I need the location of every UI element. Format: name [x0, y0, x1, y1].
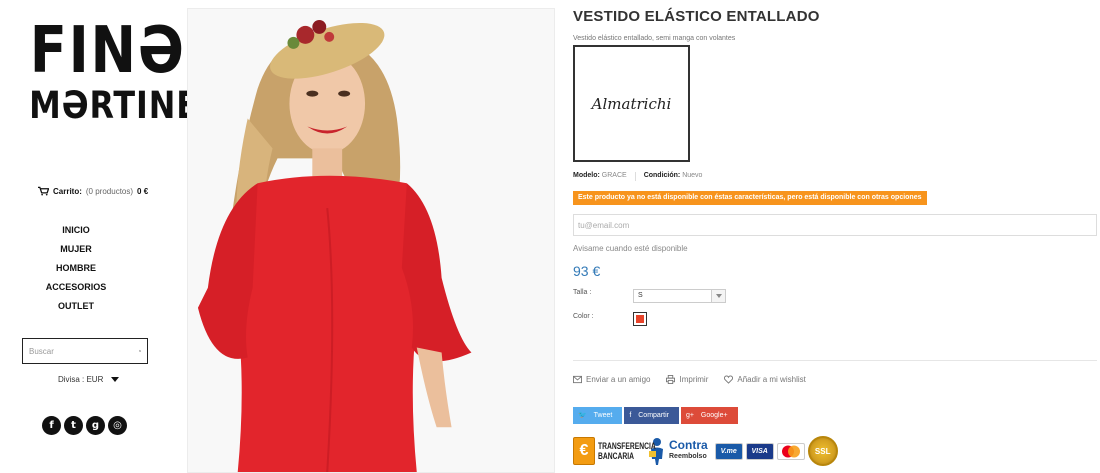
product-actions: Enviar a un amigo Imprimir Añadir a mi w…	[573, 375, 806, 384]
product-short-description: Vestido elástico entallado, semi manga c…	[573, 35, 736, 42]
ssl-label: SSL	[814, 446, 831, 456]
wishlist-label: Añadir a mi wishlist	[737, 375, 806, 384]
cart-total: 0 €	[137, 186, 149, 196]
condition-label: Condición:	[643, 172, 681, 179]
google-plus-share-label: Google+	[700, 412, 728, 419]
model-illustration	[188, 9, 554, 472]
reembolso-label: Reembolso	[669, 453, 707, 460]
envelope-icon	[573, 375, 582, 384]
email-field[interactable]	[573, 214, 1097, 236]
facebook-share-button[interactable]: f Compartir	[624, 407, 679, 424]
nav-item-hombre[interactable]: HOMBRE	[20, 264, 132, 283]
tweet-button[interactable]: 🐦 Tweet	[573, 407, 623, 424]
chevron-down-icon	[111, 377, 120, 382]
facebook-icon[interactable]: f	[42, 416, 61, 435]
payment-methods: € TRANSFERENCIA BANCARIA Contra Reembols…	[573, 436, 838, 466]
availability-alert: Este producto ya no está disponible con …	[573, 191, 927, 205]
color-swatch[interactable]	[633, 312, 647, 326]
size-label: Talla :	[573, 289, 592, 296]
mastercard-circles	[781, 445, 800, 457]
product-photo[interactable]	[187, 8, 555, 473]
logo-line-2: MƏRTINEZ	[29, 84, 223, 127]
brand-name: Almatrichi	[591, 94, 672, 113]
print-label: Imprimir	[679, 375, 709, 384]
notify-when-available-link[interactable]: Avisame cuando esté disponible	[573, 244, 688, 253]
cart-summary[interactable]: Carrito: (0 productos) 0 €	[38, 186, 148, 196]
product-title: VESTIDO ELÁSTICO ENTALLADO	[573, 8, 820, 25]
visa-label: VISA	[751, 447, 768, 455]
heart-icon	[724, 375, 734, 384]
product-info: VESTIDO ELÁSTICO ENTALLADO Vestido elást…	[573, 0, 1098, 473]
currency-label: Divisa : EUR	[58, 375, 104, 384]
instagram-icon[interactable]: ◎	[108, 416, 127, 435]
color-label: Color :	[573, 313, 594, 320]
sidebar: FINƏ MƏRTINEZ Carrito: (0 productos) 0 €…	[0, 0, 223, 473]
send-to-friend-link[interactable]: Enviar a un amigo	[573, 375, 650, 384]
print-link[interactable]: Imprimir	[666, 375, 708, 384]
logo-line-1: FINƏ	[29, 14, 186, 88]
condition-value: Nuevo	[682, 172, 703, 179]
send-to-friend-label: Enviar a un amigo	[586, 375, 651, 384]
product-price: 93 €	[573, 263, 601, 279]
cart-icon	[38, 186, 49, 196]
cart-count: (0 productos)	[85, 186, 134, 196]
google-plus-share-button[interactable]: g+ Google+	[680, 407, 738, 424]
search-box	[22, 338, 148, 364]
cart-label: Carrito:	[53, 186, 82, 196]
contra-label: Contra	[669, 438, 708, 452]
visa-card-icon: VISA	[745, 442, 774, 460]
vme-card-icon: V.me	[714, 442, 743, 460]
facebook-share-label: Compartir	[638, 412, 669, 419]
nav-item-outlet[interactable]: OUTLET	[20, 302, 132, 321]
model-label: Modelo:	[573, 172, 600, 179]
share-buttons: 🐦 Tweet f Compartir g+ Google+	[573, 407, 738, 424]
chevron-down-icon	[711, 290, 725, 302]
social-links: f t g ◎	[42, 416, 127, 435]
currency-selector[interactable]: Divisa : EUR	[58, 375, 120, 384]
divider	[573, 360, 1097, 361]
search-icon[interactable]	[139, 345, 141, 357]
product-meta: Modelo: GRACE Condición: Nuevo	[573, 172, 702, 181]
nav-item-accesorios[interactable]: ACCESORIOS	[20, 283, 132, 302]
bank-transfer-label: TRANSFERENCIA BANCARIA	[598, 441, 656, 461]
main-nav: INICIO MUJER HOMBRE ACCESORIOS OUTLET	[20, 226, 132, 321]
cash-on-delivery-badge: Contra Reembolso	[647, 437, 708, 465]
size-select[interactable]: S	[633, 289, 726, 303]
wishlist-link[interactable]: Añadir a mi wishlist	[724, 375, 806, 384]
nav-item-mujer[interactable]: MUJER	[20, 245, 132, 264]
tweet-label: Tweet	[593, 412, 613, 419]
search-input[interactable]	[29, 346, 139, 356]
ssl-badge-icon: SSL	[807, 436, 838, 466]
euro-icon: €	[573, 437, 595, 465]
color-swatch-fill	[636, 315, 644, 323]
google-plus-icon[interactable]: g	[86, 416, 105, 435]
brand-logo[interactable]: Almatrichi	[573, 45, 690, 162]
meta-divider	[634, 172, 636, 181]
printer-icon	[666, 375, 676, 384]
vme-label: V.me	[720, 447, 737, 455]
twitter-icon[interactable]: t	[64, 416, 83, 435]
nav-item-inicio[interactable]: INICIO	[20, 226, 132, 245]
site-logo[interactable]: FINƏ MƏRTINEZ	[20, 14, 223, 127]
model-value: GRACE	[601, 172, 627, 179]
mastercard-icon	[776, 442, 805, 460]
size-selected-value: S	[638, 292, 643, 299]
